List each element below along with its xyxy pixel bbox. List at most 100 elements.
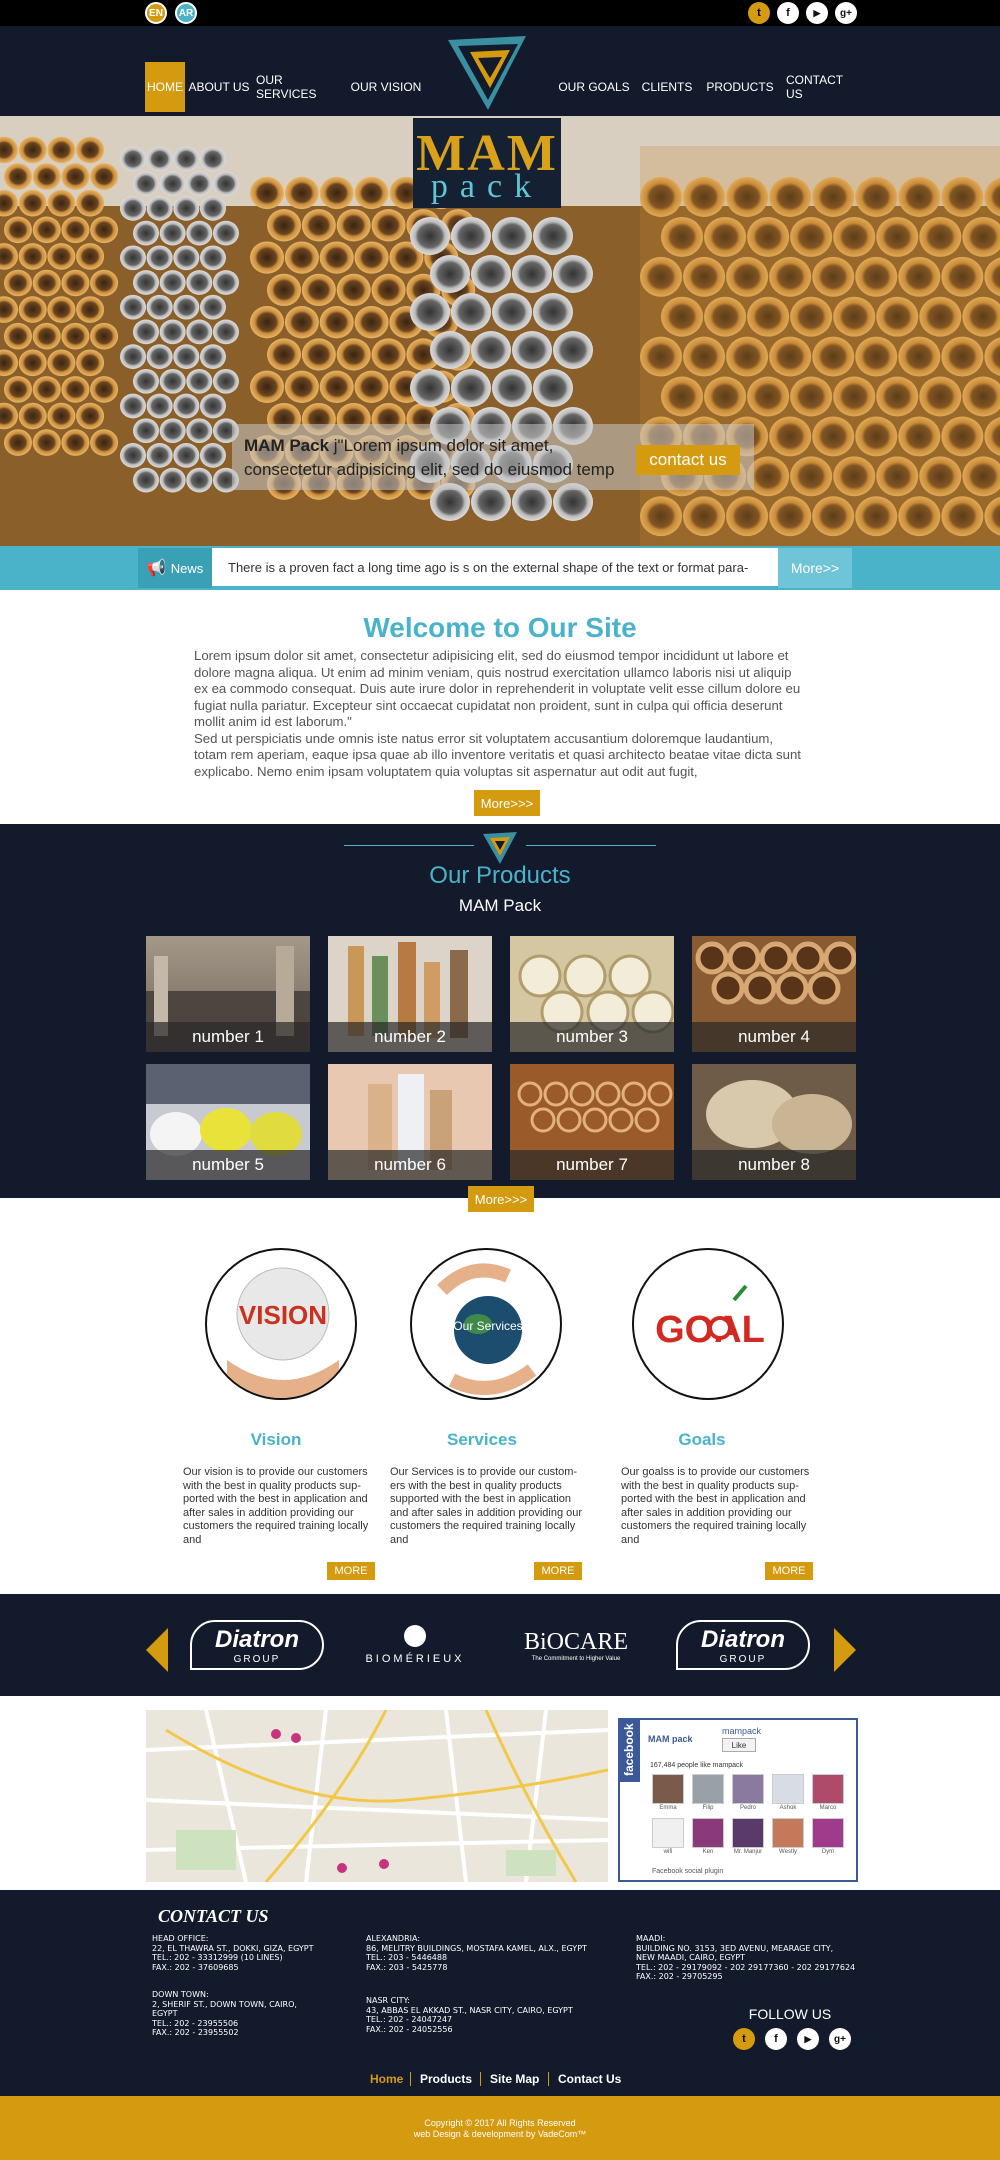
facebook-person-name: Dym: [821, 1849, 835, 1855]
tube-end: [186, 270, 213, 295]
tube-end: [186, 220, 213, 246]
facebook-avatar[interactable]: [772, 1818, 804, 1848]
facebook-like-button[interactable]: Like: [722, 1738, 756, 1752]
nav-our-vision[interactable]: OUR VISION: [350, 62, 422, 112]
facebook-avatar[interactable]: [732, 1774, 764, 1804]
footer-link-sitemap[interactable]: Site Map: [490, 2072, 539, 2086]
location-map[interactable]: [146, 1710, 608, 1882]
tube-end: [133, 171, 159, 197]
tube-end: [32, 216, 61, 244]
tube-end: [120, 294, 146, 320]
product-card-8[interactable]: number 8: [692, 1064, 856, 1180]
footer-link-products[interactable]: Products: [420, 2072, 472, 2086]
tube-end: [199, 146, 226, 172]
tube-end: [120, 196, 146, 221]
client-logo-biomerieux[interactable]: BIOMÉRIEUX: [340, 1620, 490, 1670]
tube-end: [250, 370, 284, 403]
product-card-3[interactable]: number 3: [510, 936, 674, 1052]
footer-google-plus-icon[interactable]: g+: [829, 2028, 851, 2050]
footer-facebook-icon[interactable]: f: [765, 2028, 787, 2050]
facebook-avatar[interactable]: [772, 1774, 804, 1804]
vision-more-button[interactable]: MORE: [327, 1562, 375, 1580]
youtube-icon[interactable]: ▶: [806, 2, 828, 24]
facebook-person-name: Westly: [779, 1849, 797, 1855]
facebook-avatar[interactable]: [692, 1818, 724, 1848]
facebook-avatar[interactable]: [692, 1774, 724, 1804]
twitter-icon[interactable]: t: [748, 2, 770, 24]
nav-home[interactable]: HOME: [145, 62, 185, 112]
goals-more-button[interactable]: MORE: [765, 1562, 813, 1580]
product-card-7[interactable]: number 7: [510, 1064, 674, 1180]
tube-end: [146, 146, 173, 172]
services-title: Services: [447, 1430, 517, 1449]
tube-end: [199, 344, 226, 369]
client-name: Diatron: [701, 1625, 785, 1653]
goals-text: Our goalss is to provide our customers w…: [621, 1466, 810, 1546]
welcome-paragraph-2: Sed ut perspiciatis unde omnis iste natu…: [194, 730, 801, 779]
facebook-icon[interactable]: f: [777, 2, 799, 24]
facebook-avatar[interactable]: [652, 1818, 684, 1848]
facebook-avatar[interactable]: [652, 1774, 684, 1804]
facebook-avatar[interactable]: [812, 1774, 844, 1804]
facebook-page-name[interactable]: mampack: [722, 1726, 761, 1736]
services-image-text: Our Services: [453, 1319, 522, 1333]
facebook-like-count: 167,484 people like mampack: [650, 1762, 744, 1769]
tube-end: [47, 402, 76, 430]
tube-end: [199, 196, 226, 221]
tube-end: [173, 146, 200, 172]
tube-end: [319, 306, 354, 339]
tube-end: [186, 171, 213, 197]
nav-products[interactable]: PRODUCTS: [706, 62, 774, 112]
tube-end: [120, 245, 146, 271]
tube-end: [61, 376, 90, 403]
client-logo-diatron-1[interactable]: Diatron GROUP: [190, 1620, 324, 1670]
footer-twitter-icon[interactable]: t: [733, 2028, 755, 2050]
footer-link-contact[interactable]: Contact Us: [558, 2072, 621, 2086]
product-card-5[interactable]: number 5: [146, 1064, 310, 1180]
tube-end: [76, 189, 105, 217]
client-sub: GROUP: [233, 1653, 281, 1665]
tube-end: [32, 269, 61, 297]
goals-image: GOAL: [632, 1248, 784, 1400]
tube-end: [47, 296, 76, 323]
facebook-avatar[interactable]: [732, 1818, 764, 1848]
product-card-1[interactable]: number 1: [146, 936, 310, 1052]
facebook-avatar[interactable]: [812, 1818, 844, 1848]
client-name: BIOMÉRIEUX: [365, 1653, 465, 1665]
google-plus-icon[interactable]: g+: [835, 2, 857, 24]
tube-end: [76, 296, 105, 323]
services-more-button[interactable]: MORE: [534, 1562, 582, 1580]
tube-end: [371, 273, 406, 307]
chevron-right-icon[interactable]: [832, 1628, 856, 1672]
facebook-person-name: wifi: [663, 1849, 673, 1855]
product-card-2[interactable]: number 2: [328, 936, 492, 1052]
tube-end: [250, 176, 284, 210]
tube-end: [199, 294, 226, 320]
nav-contact-us[interactable]: CONTACT US: [786, 62, 860, 112]
tube-end: [471, 255, 511, 293]
tube-end: [430, 255, 470, 293]
nav-clients[interactable]: CLIENTS: [640, 62, 694, 112]
products-more-button[interactable]: More>>>: [468, 1186, 534, 1212]
lang-en-button[interactable]: EN: [145, 2, 167, 24]
footer-youtube-icon[interactable]: ▶: [797, 2028, 819, 2050]
product-card-4[interactable]: number 4: [692, 936, 856, 1052]
tube-end: [133, 467, 159, 493]
vision-title: Vision: [250, 1430, 302, 1449]
nav-our-goals[interactable]: OUR GOALS: [558, 62, 630, 112]
lang-ar-button[interactable]: AR: [175, 2, 197, 24]
footer: [0, 1890, 1000, 2096]
nav-about-us[interactable]: ABOUT US: [188, 62, 250, 112]
nav-our-services[interactable]: OUR SERVICES: [256, 62, 342, 112]
client-logo-biocare[interactable]: BiOCARE The Commitment to Higher Value: [508, 1620, 644, 1670]
footer-link-home[interactable]: Home: [370, 2072, 403, 2086]
logo-emblem[interactable]: [440, 30, 534, 114]
welcome-more-button[interactable]: More>>>: [474, 790, 540, 816]
chevron-left-icon[interactable]: [146, 1628, 170, 1672]
client-logo-diatron-2[interactable]: Diatron GROUP: [676, 1620, 810, 1670]
product-card-6[interactable]: number 6: [328, 1064, 492, 1180]
news-more-button[interactable]: More>>: [778, 548, 852, 588]
contact-us-button[interactable]: contact us: [636, 445, 740, 475]
tube-end: [146, 294, 173, 320]
tube-end: [120, 146, 146, 172]
